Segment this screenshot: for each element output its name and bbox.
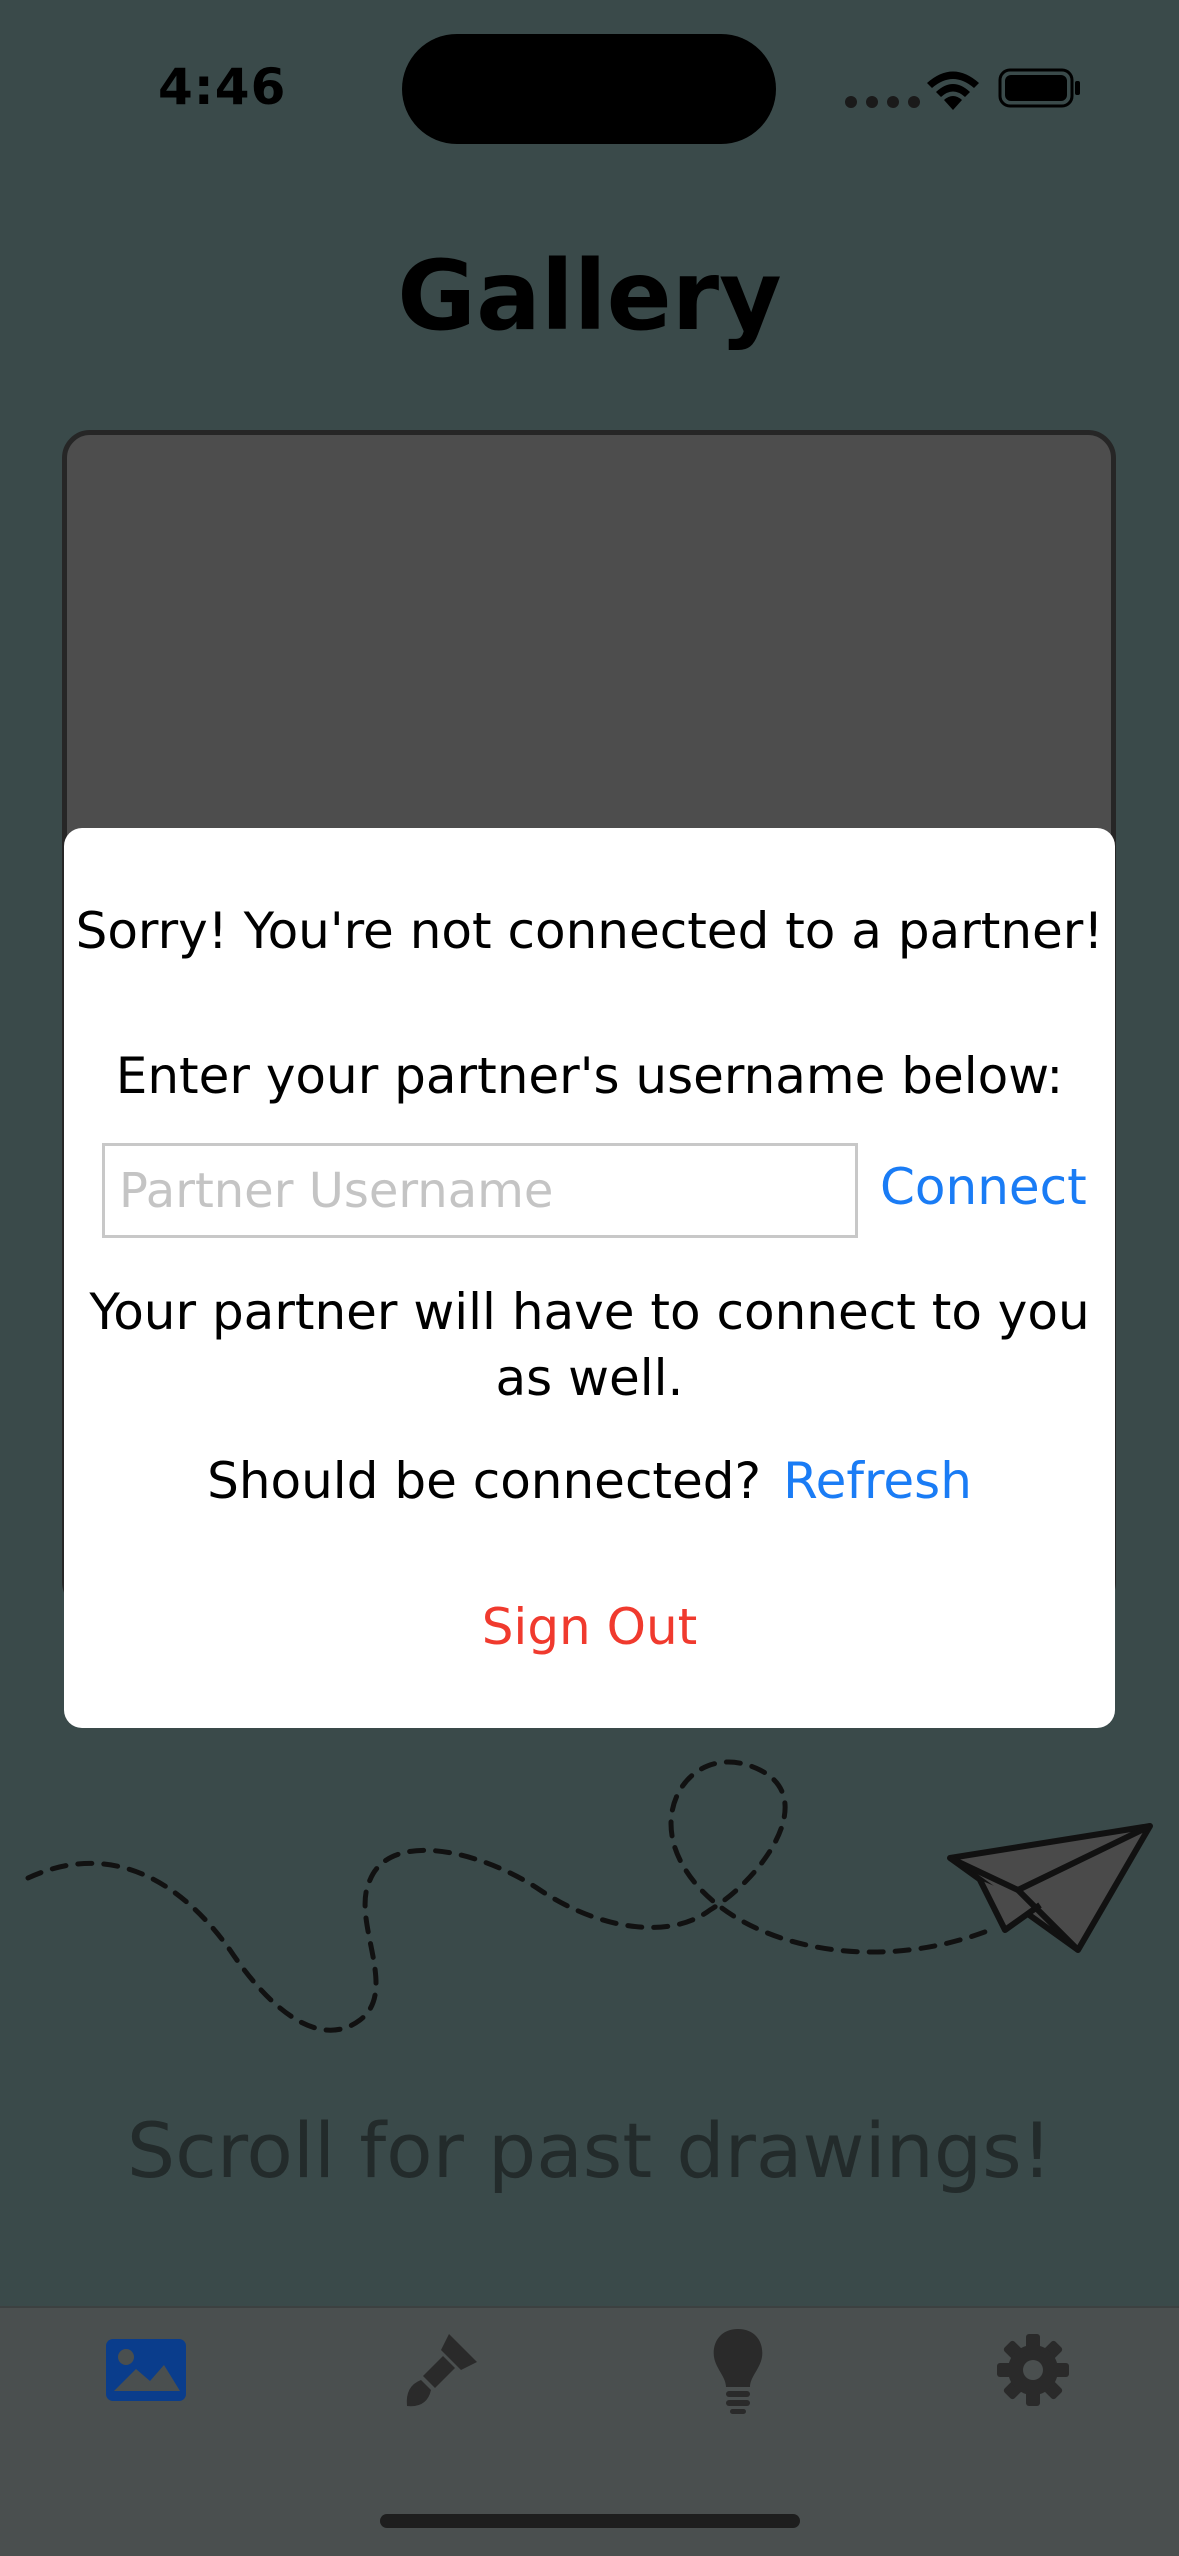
page-title: Gallery <box>397 240 782 352</box>
tab-gallery[interactable] <box>91 2320 201 2420</box>
paper-plane-illustration <box>25 1759 1153 2033</box>
home-indicator[interactable] <box>380 2514 800 2528</box>
scroll-hint: Scroll for past drawings! <box>126 2106 1053 2195</box>
connect-button[interactable]: Connect <box>880 1158 1087 1216</box>
not-connected-message: Sorry! You're not connected to a partner… <box>75 902 1104 960</box>
tab-ideas[interactable] <box>683 2320 793 2420</box>
refresh-button[interactable]: Refresh <box>783 1452 972 1510</box>
lightbulb-icon <box>713 2329 763 2414</box>
dynamic-island <box>402 34 776 144</box>
wifi-icon <box>927 71 979 110</box>
refresh-row: Should be connected? Refresh <box>64 1448 1115 1514</box>
paintbrush-icon <box>406 2334 477 2407</box>
screen: 4:46 Gallery Sorry! You're not connected… <box>0 0 1179 2556</box>
partner-username-input[interactable] <box>102 1143 858 1238</box>
partner-note: Your partner will have to connect to you… <box>64 1279 1115 1411</box>
partner-note-line2: as well. <box>495 1349 684 1407</box>
photo-icon <box>106 2339 186 2401</box>
tab-settings[interactable] <box>978 2320 1088 2420</box>
sign-out-button[interactable]: Sign Out <box>64 1594 1115 1660</box>
refresh-question: Should be connected? <box>207 1452 762 1510</box>
enter-username-prompt: Enter your partner's username below: <box>115 1047 1064 1105</box>
tab-draw[interactable] <box>386 2320 496 2420</box>
partner-note-line1: Your partner will have to connect to you <box>89 1283 1090 1341</box>
status-time: 4:46 <box>158 58 287 116</box>
signal-icon <box>845 96 920 108</box>
gear-icon <box>997 2334 1069 2406</box>
battery-icon <box>998 68 1080 108</box>
